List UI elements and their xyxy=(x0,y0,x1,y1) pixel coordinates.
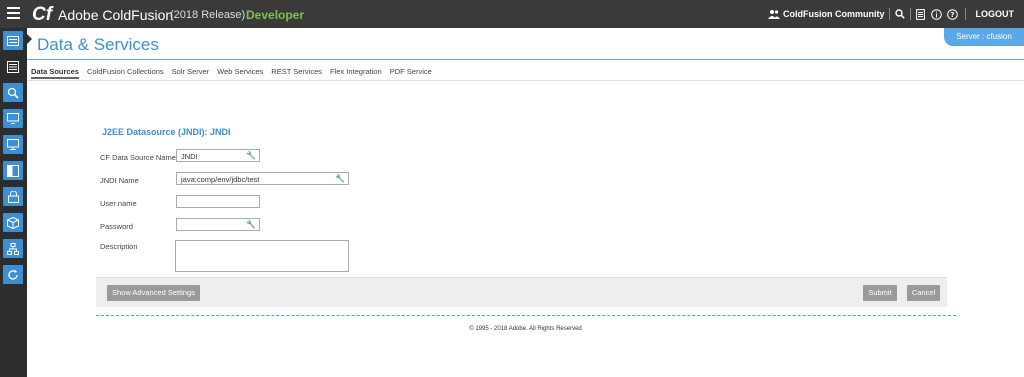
submit-button[interactable]: Submit xyxy=(863,285,897,301)
community-link[interactable]: ColdFusion Community xyxy=(783,9,885,19)
tab-flex-integration[interactable]: Flex Integration xyxy=(330,67,382,79)
wrench-icon[interactable]: 🔧 xyxy=(335,174,345,183)
sidebar-event-gateways-icon[interactable] xyxy=(3,109,23,128)
logout-button[interactable]: LOGOUT xyxy=(976,9,1015,19)
info-icon[interactable] xyxy=(931,8,943,20)
tab-pdf-service[interactable]: PDF Service xyxy=(390,67,432,79)
page-title: Data & Services xyxy=(37,35,159,54)
tab-rest-services[interactable]: REST Services xyxy=(271,67,322,79)
ds-name-label: CF Data Source Name xyxy=(100,153,176,162)
tabs-divider xyxy=(27,80,1024,81)
app-edition: Developer xyxy=(246,8,305,22)
footer-divider xyxy=(96,315,956,316)
ds-name-value: JNDI xyxy=(181,152,198,161)
search-icon[interactable] xyxy=(894,8,906,20)
community-icon xyxy=(768,8,780,20)
hamburger-menu-icon[interactable] xyxy=(7,7,20,19)
tab-data-sources[interactable]: Data Sources xyxy=(31,67,79,79)
sidebar-security-icon[interactable] xyxy=(3,187,23,206)
sidebar-network-icon[interactable] xyxy=(3,239,23,258)
password-field[interactable]: 🔧 xyxy=(176,218,260,231)
sidebar-extensions-icon[interactable] xyxy=(3,161,23,180)
server-badge: Server : cfusion xyxy=(944,28,1024,46)
password-label: Password xyxy=(100,222,133,231)
username-field[interactable] xyxy=(176,195,260,208)
top-bar: Cf Adobe ColdFusion (2018 Release) Devel… xyxy=(0,0,1024,28)
coldfusion-logo: Cf xyxy=(32,4,53,25)
app-title: Adobe ColdFusion xyxy=(58,7,174,23)
sidebar-monitor-icon[interactable] xyxy=(3,135,23,154)
sidebar-refresh-icon[interactable] xyxy=(3,265,23,284)
username-label: User name xyxy=(100,199,137,208)
sidebar-packaging-icon[interactable] xyxy=(3,213,23,232)
help-icon[interactable]: ? xyxy=(947,8,959,20)
show-advanced-settings-button[interactable]: Show Advanced Settings xyxy=(107,285,200,301)
description-textarea[interactable] xyxy=(175,240,349,272)
action-bar: Show Advanced Settings Submit Cancel xyxy=(96,277,947,307)
active-indicator xyxy=(27,34,32,44)
jndi-name-label: JNDI Name xyxy=(100,176,139,185)
app-release: (2018 Release) xyxy=(170,9,246,21)
form-title: J2EE Datasource (JNDI): JNDI xyxy=(102,127,231,137)
tab-web-services[interactable]: Web Services xyxy=(217,67,263,79)
header-divider xyxy=(27,59,1024,60)
description-label: Description xyxy=(100,242,138,251)
sidebar-data-services-icon[interactable] xyxy=(3,57,23,76)
tab-bar: Data Sources ColdFusion Collections Solr… xyxy=(31,67,440,79)
tab-solr-server[interactable]: Solr Server xyxy=(172,67,210,79)
cancel-button[interactable]: Cancel xyxy=(907,285,940,301)
document-icon[interactable] xyxy=(915,8,927,20)
sidebar-server-settings-icon[interactable] xyxy=(3,31,23,50)
wrench-icon[interactable]: 🔧 xyxy=(246,151,256,160)
copyright-footer: © 1995 - 2018 Adobe. All Rights Reserved xyxy=(469,326,582,332)
jndi-name-field[interactable]: java:comp/env/jdbc/test 🔧 xyxy=(176,172,349,185)
wrench-icon[interactable]: 🔧 xyxy=(246,220,256,229)
sidebar-debugging-icon[interactable] xyxy=(3,83,23,102)
svg-text:?: ? xyxy=(950,11,954,19)
ds-name-field[interactable]: JNDI 🔧 xyxy=(176,149,260,162)
topbar-actions: ColdFusion Community ? LOGOUT xyxy=(768,0,1024,28)
jndi-name-value: java:comp/env/jdbc/test xyxy=(181,175,260,184)
tab-coldfusion-collections[interactable]: ColdFusion Collections xyxy=(87,67,164,79)
